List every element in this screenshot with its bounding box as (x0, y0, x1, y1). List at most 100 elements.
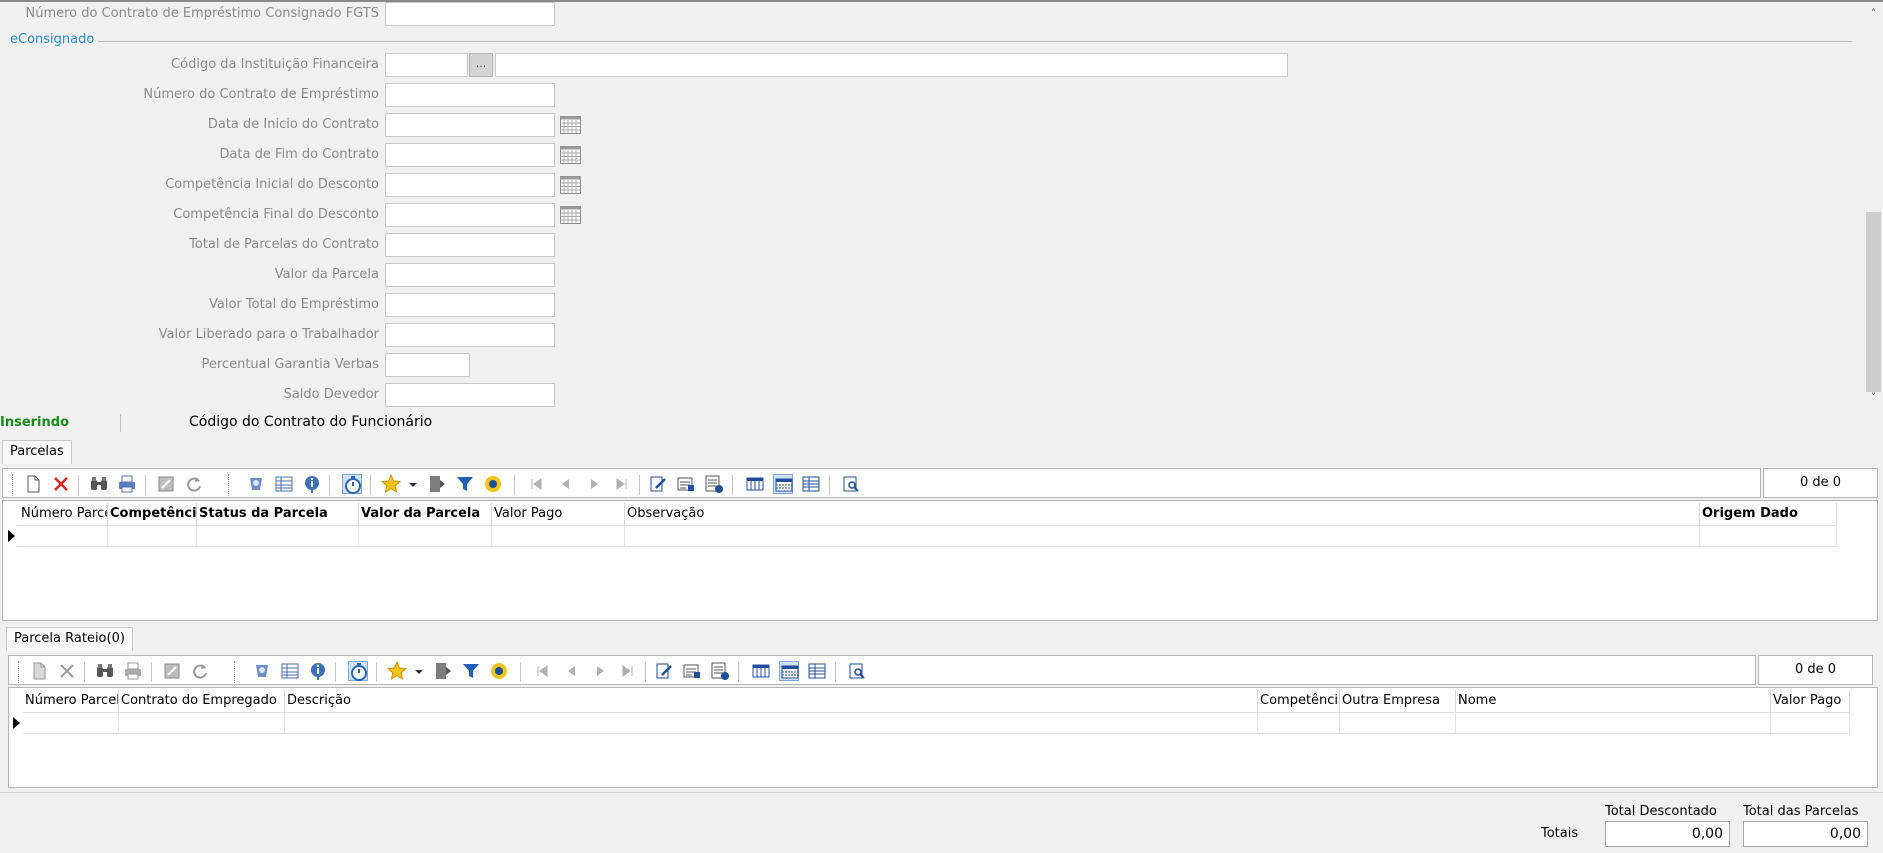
previous-record-icon[interactable] (562, 661, 582, 681)
lookup-icon[interactable] (252, 661, 272, 681)
info-icon[interactable] (308, 661, 328, 681)
columns-icon[interactable] (751, 661, 771, 681)
filter-icon[interactable] (455, 474, 475, 494)
edit-document-icon[interactable] (654, 661, 674, 681)
exit-door-icon[interactable] (433, 661, 453, 681)
saldo-devedor-input[interactable] (385, 383, 555, 407)
group-columns-icon[interactable] (773, 474, 793, 494)
valor-total-input[interactable] (385, 293, 555, 317)
col-nome[interactable]: Nome (1456, 690, 1771, 712)
info-icon[interactable] (302, 474, 322, 494)
print-icon[interactable] (123, 661, 143, 681)
new-record-icon[interactable] (29, 661, 49, 681)
favorite-star-icon[interactable] (387, 661, 407, 681)
col-valor-parcela[interactable]: Valor da Parcela (359, 503, 492, 525)
previous-record-icon[interactable] (556, 474, 576, 494)
calendar-icon[interactable] (560, 146, 581, 164)
preview-icon[interactable] (841, 474, 861, 494)
tab-parcela-rateio[interactable]: Parcela Rateio(0) (6, 627, 133, 651)
numero-contrato-input[interactable] (385, 83, 555, 107)
col-valor-pago[interactable]: Valor Pago (492, 503, 625, 525)
col-numero-parcela[interactable]: Número Parcela (23, 690, 119, 712)
filter-icon[interactable] (461, 661, 481, 681)
col-competencia[interactable]: Competência (1258, 690, 1340, 712)
calendar-icon[interactable] (560, 176, 581, 194)
field-label-data-fim: Data de Fim do Contrato (219, 147, 379, 162)
valor-liberado-input[interactable] (385, 323, 555, 347)
grid-view-icon[interactable] (280, 661, 300, 681)
edit-icon[interactable] (162, 661, 182, 681)
competencia-inicial-input[interactable] (385, 173, 555, 197)
table-layout-icon[interactable] (801, 474, 821, 494)
timer-icon[interactable] (348, 661, 368, 681)
chevron-down-icon[interactable] (409, 661, 423, 681)
table-layout-icon[interactable] (807, 661, 827, 681)
col-competencia[interactable]: Competência (108, 503, 197, 525)
scrollbar-thumb[interactable] (1866, 212, 1881, 392)
next-record-icon[interactable] (590, 661, 610, 681)
export-icon[interactable] (682, 661, 702, 681)
group-columns-icon[interactable] (779, 661, 799, 681)
timer-icon[interactable] (342, 474, 362, 494)
edit-icon[interactable] (156, 474, 176, 494)
form-scrollbar[interactable]: ˄ ˅ (1864, 2, 1883, 410)
next-record-icon[interactable] (584, 474, 604, 494)
lookup-button[interactable]: ... (469, 53, 493, 77)
favorite-star-icon[interactable] (381, 474, 401, 494)
instituicao-code-input[interactable] (385, 53, 468, 77)
scroll-up-icon[interactable]: ˄ (1867, 8, 1880, 20)
refresh-icon[interactable] (190, 661, 210, 681)
table-row[interactable] (23, 712, 1850, 734)
competencia-final-input[interactable] (385, 203, 555, 227)
report-icon[interactable] (489, 661, 509, 681)
col-observacao[interactable]: Observação (625, 503, 1700, 525)
fgts-contract-input[interactable] (385, 2, 555, 26)
col-descricao[interactable]: Descrição (285, 690, 1258, 712)
first-record-icon[interactable] (526, 474, 546, 494)
delete-icon[interactable] (51, 474, 71, 494)
col-outra-empresa[interactable]: Outra Empresa (1340, 690, 1456, 712)
print-icon[interactable] (117, 474, 137, 494)
refresh-icon[interactable] (184, 474, 204, 494)
search-binoculars-icon[interactable] (89, 474, 109, 494)
lookup-icon[interactable] (246, 474, 266, 494)
total-parcelas-field[interactable]: 0,00 (1743, 821, 1868, 847)
col-origem-dado[interactable]: Origem Dado (1700, 503, 1837, 525)
col-contrato-empregado[interactable]: Contrato do Empregado (119, 690, 285, 712)
table-row[interactable] (17, 525, 1837, 547)
grid-view-icon[interactable] (274, 474, 294, 494)
new-record-icon[interactable] (23, 474, 43, 494)
preview-icon[interactable] (847, 661, 867, 681)
import-icon[interactable] (704, 474, 724, 494)
edit-document-icon[interactable] (648, 474, 668, 494)
delete-icon[interactable] (57, 661, 77, 681)
col-valor-pago[interactable]: Valor Pago (1771, 690, 1850, 712)
report-icon[interactable] (483, 474, 503, 494)
search-binoculars-icon[interactable] (95, 661, 115, 681)
data-inicio-input[interactable] (385, 113, 555, 137)
last-record-icon[interactable] (618, 661, 638, 681)
chevron-down-icon[interactable] (403, 474, 417, 494)
data-fim-input[interactable] (385, 143, 555, 167)
total-descontado-field[interactable]: 0,00 (1605, 821, 1730, 847)
export-icon[interactable] (676, 474, 696, 494)
calendar-icon[interactable] (560, 206, 581, 224)
first-record-icon[interactable] (532, 661, 552, 681)
valor-parcela-input[interactable] (385, 263, 555, 287)
columns-icon[interactable] (745, 474, 765, 494)
total-parcelas-input[interactable] (385, 233, 555, 257)
toolbar-grip[interactable] (18, 661, 20, 683)
last-record-icon[interactable] (612, 474, 632, 494)
percentual-garantia-input[interactable] (385, 353, 470, 377)
col-numero-parcela[interactable]: Número Parcela (19, 503, 108, 525)
calendar-icon[interactable] (560, 116, 581, 134)
import-icon[interactable] (710, 661, 730, 681)
toolbar-grip[interactable] (228, 474, 230, 496)
instituicao-name-input[interactable] (495, 53, 1288, 77)
toolbar-grip[interactable] (12, 474, 14, 496)
tab-parcelas[interactable]: Parcelas (2, 440, 72, 464)
scroll-down-icon[interactable]: ˅ (1867, 392, 1880, 404)
exit-door-icon[interactable] (427, 474, 447, 494)
col-status-parcela[interactable]: Status da Parcela (197, 503, 359, 525)
toolbar-grip[interactable] (234, 661, 236, 683)
